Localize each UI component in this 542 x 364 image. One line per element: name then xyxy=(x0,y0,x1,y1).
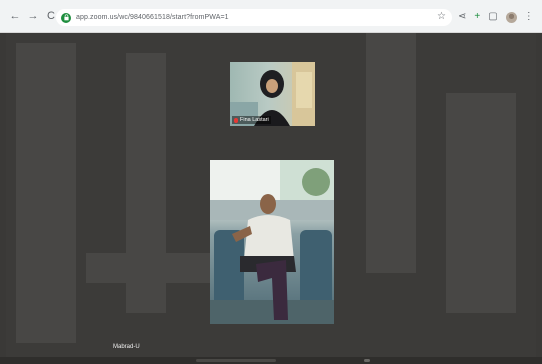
participant-name-tag: Fina Lastari xyxy=(232,116,271,124)
menu-icon[interactable]: ⋮ xyxy=(524,10,534,24)
participant-name: Fina Lastari xyxy=(240,117,269,123)
participant-tile-small[interactable]: Fina Lastari xyxy=(230,62,315,126)
tab-icon[interactable]: ▢ xyxy=(488,10,497,24)
site-info-icon[interactable] xyxy=(61,12,71,23)
participant-tile-large[interactable] xyxy=(210,160,334,324)
browser-toolbar: ← → C app.zoom.us/wc/9840661518/start?fr… xyxy=(0,0,542,33)
forward-icon[interactable]: → xyxy=(26,9,40,23)
controls-group[interactable] xyxy=(196,359,276,362)
share-icon[interactable]: ⋖ xyxy=(458,10,466,24)
meeting-stage: Fina Lastari Mabrad-U xyxy=(6,33,536,357)
bookmark-star-icon[interactable]: ☆ xyxy=(437,11,446,22)
participant-video-large xyxy=(210,160,334,324)
address-bar[interactable]: app.zoom.us/wc/9840661518/start?fromPWA=… xyxy=(56,9,452,26)
mic-muted-icon xyxy=(234,117,238,123)
url-text[interactable]: app.zoom.us/wc/9840661518/start?fromPWA=… xyxy=(76,14,229,21)
control-dot[interactable] xyxy=(364,359,370,362)
toolbar-right-icons: ⋖ + ▢ ⋮ xyxy=(458,10,542,24)
meeting-controls-bar xyxy=(0,357,542,364)
back-icon[interactable]: ← xyxy=(8,9,22,23)
extension-icon[interactable]: + xyxy=(474,10,480,24)
profile-avatar[interactable] xyxy=(505,11,517,23)
active-speaker-name: Mabrad-U xyxy=(113,344,140,350)
